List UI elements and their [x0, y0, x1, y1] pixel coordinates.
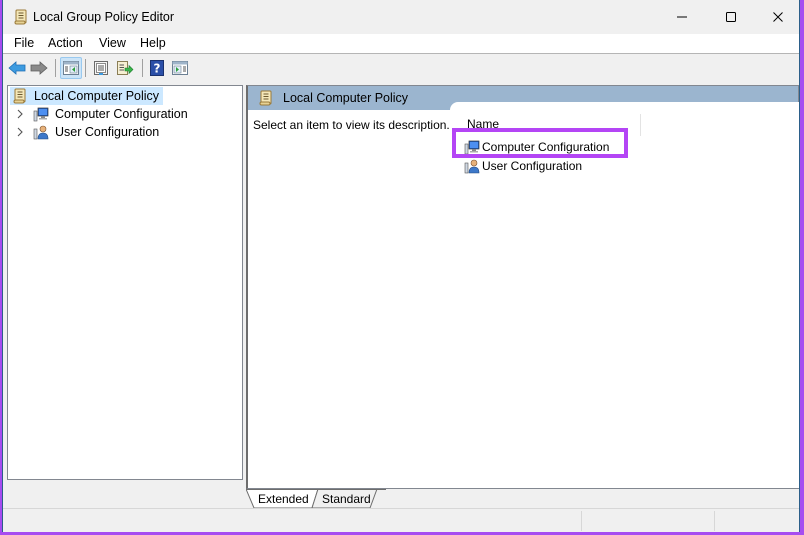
toolbar-separator	[85, 59, 86, 77]
policy-scroll-icon	[14, 9, 27, 25]
column-divider[interactable]	[640, 114, 641, 136]
properties-icon	[94, 61, 108, 75]
maximize-button[interactable]	[708, 0, 754, 34]
expand-chevron-icon[interactable]	[13, 127, 27, 137]
menu-bar: File Action View Help	[3, 34, 799, 54]
export-list-icon	[117, 61, 134, 75]
policy-scroll-icon	[13, 88, 26, 104]
help-icon: ?	[150, 60, 164, 76]
maximize-icon	[726, 12, 736, 22]
show-hide-console-tree-icon	[63, 61, 79, 75]
toolbar-separator	[142, 59, 143, 77]
forward-button[interactable]	[28, 57, 50, 79]
forward-arrow-icon	[30, 61, 48, 75]
tree-item-computer-configuration[interactable]: Computer Configuration	[13, 105, 188, 123]
highlight-annotation	[452, 128, 628, 158]
menu-view[interactable]: View	[97, 36, 128, 50]
close-icon	[773, 12, 783, 22]
minimize-button[interactable]	[659, 0, 705, 34]
tree-item-user-configuration[interactable]: User Configuration	[13, 123, 159, 141]
minimize-icon	[677, 16, 687, 18]
menu-action[interactable]: Action	[46, 36, 85, 50]
show-hide-action-pane-button[interactable]	[169, 57, 191, 79]
back-button[interactable]	[6, 57, 28, 79]
toolbar: ?	[3, 55, 799, 82]
svg-text:?: ?	[154, 62, 161, 76]
help-button[interactable]: ?	[146, 57, 168, 79]
status-cell	[581, 511, 582, 531]
app-window: Local Group Policy Editor File Action Vi…	[2, 0, 800, 532]
list-item-user-configuration[interactable]: User Configuration	[464, 157, 582, 175]
details-list: Name Computer Configuration User Configu…	[450, 102, 799, 488]
expand-chevron-icon[interactable]	[13, 109, 27, 119]
window-title: Local Group Policy Editor	[33, 10, 175, 24]
tree-item-local-computer-policy[interactable]: Local Computer Policy	[10, 87, 164, 105]
menu-file[interactable]: File	[12, 36, 36, 50]
menu-help[interactable]: Help	[138, 36, 168, 50]
tree-item-label: Computer Configuration	[55, 107, 188, 121]
computer-config-icon	[33, 107, 49, 122]
tree-item-label: Local Computer Policy	[34, 89, 160, 103]
status-cell	[714, 511, 715, 531]
details-pane: Local Computer Policy Select an item to …	[246, 85, 799, 489]
view-tabs: Extended Standard	[246, 489, 799, 509]
title-bar[interactable]: Local Group Policy Editor	[3, 0, 799, 34]
toolbar-separator	[55, 59, 56, 77]
tab-standard[interactable]: Standard	[316, 489, 381, 508]
tree-item-label: User Configuration	[55, 125, 160, 139]
description-text: Select an item to view its description.	[253, 118, 450, 132]
properties-button[interactable]	[90, 57, 112, 79]
show-hide-action-pane-icon	[172, 61, 188, 75]
user-config-icon	[33, 125, 49, 140]
console-tree: Local Computer Policy Computer Configura…	[7, 85, 243, 480]
status-bar	[3, 508, 799, 532]
close-button[interactable]	[755, 0, 801, 34]
export-list-button[interactable]	[114, 57, 136, 79]
user-config-icon	[464, 159, 480, 174]
back-arrow-icon	[8, 61, 26, 75]
details-header-title: Local Computer Policy	[283, 91, 409, 105]
list-item-label: User Configuration	[482, 159, 583, 173]
show-hide-console-tree-button[interactable]	[60, 57, 82, 79]
tab-extended[interactable]: Extended	[246, 489, 319, 508]
policy-scroll-icon	[259, 90, 272, 106]
